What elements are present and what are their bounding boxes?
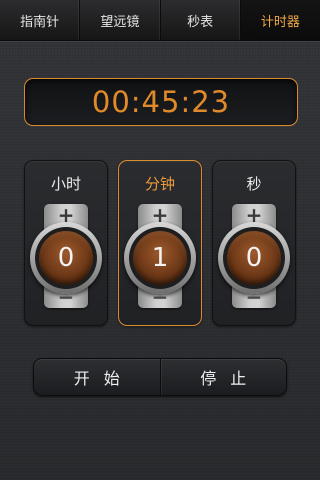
timer-readout: 00:45:23 [91, 85, 231, 119]
seconds-dial-ring: 0 [223, 227, 285, 289]
minutes-dial-ring: 1 [129, 227, 191, 289]
start-button[interactable]: 开始 [34, 359, 160, 395]
seconds-label: 秒 [246, 175, 262, 193]
seconds-value: 0 [227, 231, 281, 285]
stop-button[interactable]: 停止 [159, 359, 287, 395]
minutes-label: 分钟 [144, 175, 175, 193]
tab-telescope[interactable]: 望远镜 [80, 0, 161, 40]
hours-dial[interactable]: 0 [30, 222, 102, 294]
tab-timer[interactable]: 计时器 [240, 0, 320, 40]
hours-label: 小时 [50, 175, 81, 193]
minutes-value: 1 [133, 231, 187, 285]
hours-value: 0 [39, 231, 93, 285]
timer-display: 00:45:23 [24, 78, 298, 126]
minutes-dial[interactable]: 1 [124, 222, 196, 294]
tab-compass[interactable]: 指南针 [0, 0, 81, 40]
hours-dial-ring: 0 [35, 227, 97, 289]
control-buttons: 开始 停止 [33, 358, 287, 396]
tab-bar: 指南针 望远镜 秒表 计时器 [0, 0, 320, 41]
tab-stopwatch[interactable]: 秒表 [161, 0, 241, 40]
seconds-dial[interactable]: 0 [218, 222, 290, 294]
